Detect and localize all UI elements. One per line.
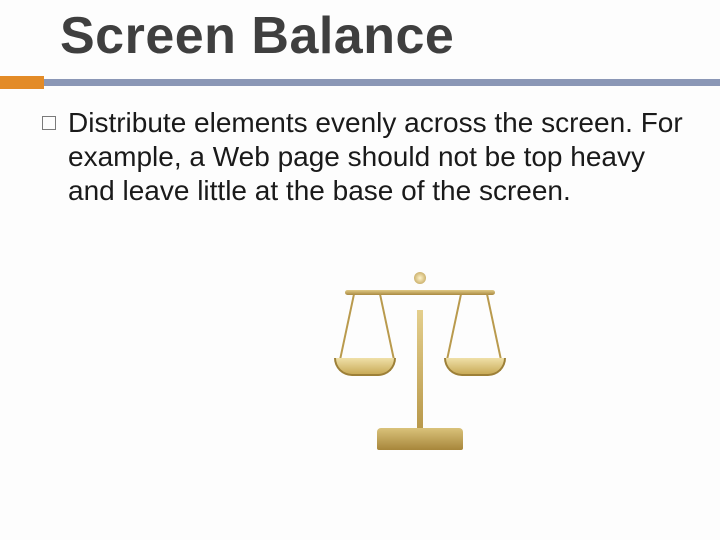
rule-line (44, 79, 720, 86)
slide-title: Screen Balance (60, 6, 454, 66)
accent-block (0, 76, 44, 89)
title-underline (0, 76, 720, 89)
body-text: Distribute elements evenly across the sc… (68, 106, 690, 208)
slide: Screen Balance Distribute elements evenl… (0, 0, 720, 540)
body-paragraph: Distribute elements evenly across the sc… (68, 106, 690, 208)
balance-scale-icon (330, 250, 510, 450)
bullet-square-icon (42, 116, 56, 130)
